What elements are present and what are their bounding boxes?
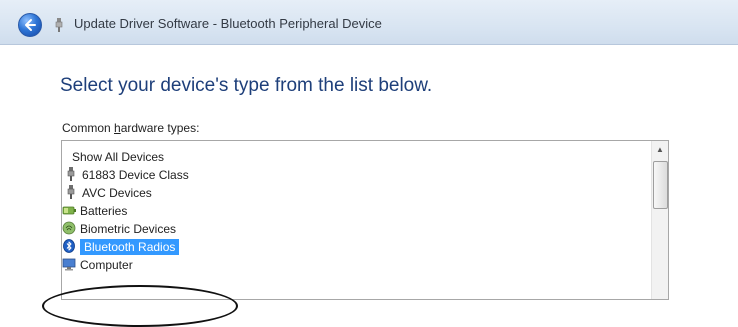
list-item-label: AVC Devices [82, 185, 152, 200]
computer-icon [62, 258, 76, 271]
list-item-label: 61883 Device Class [82, 167, 189, 182]
bluetooth-icon [63, 238, 75, 253]
list-item-biometric-devices[interactable]: Biometric Devices [62, 219, 176, 237]
hardware-types-label-prefix: Common [62, 121, 115, 135]
scroll-thumb[interactable] [653, 161, 668, 209]
list-item-avc-devices[interactable]: AVC Devices [64, 183, 152, 201]
hardware-types-label-suffix: ardware types: [120, 121, 200, 135]
list-item-show-all-devices[interactable]: Show All Devices [72, 147, 164, 165]
list-item-batteries[interactable]: Batteries [62, 201, 127, 219]
list-item-computer[interactable]: Computer [62, 255, 133, 273]
list-item-label: Batteries [80, 203, 128, 218]
window-title: Update Driver Software - Bluetooth Perip… [74, 16, 382, 31]
device-plug-icon [55, 18, 63, 32]
list-item-label: Bluetooth Radios [80, 238, 180, 255]
back-button[interactable] [18, 13, 42, 37]
biometric-icon [62, 221, 76, 235]
list-item-label: Biometric Devices [80, 221, 177, 236]
back-arrow-icon [25, 19, 36, 31]
vertical-scrollbar[interactable]: ▲ [651, 141, 668, 299]
list-item-label: Computer [80, 257, 133, 272]
hardware-types-list[interactable]: Show All Devices 61883 Device Class AVC … [61, 140, 669, 300]
hardware-types-label: Common hardware types: [62, 121, 199, 135]
list-item-61883-device-class[interactable]: 61883 Device Class [64, 165, 189, 183]
list-item-bluetooth-radios[interactable]: Bluetooth Radios [62, 237, 180, 255]
plug-icon [67, 166, 75, 181]
plug-icon [67, 184, 75, 199]
hardware-types-label-accesskey: h [114, 121, 121, 135]
list-item-label: Show All Devices [72, 149, 165, 164]
page-heading: Select your device's type from the list … [60, 75, 433, 96]
dialog-content: Select your device's type from the list … [0, 45, 738, 327]
scroll-up-arrow-icon[interactable]: ▲ [652, 141, 668, 158]
title-bar: Update Driver Software - Bluetooth Perip… [0, 0, 738, 45]
battery-icon [62, 206, 76, 215]
